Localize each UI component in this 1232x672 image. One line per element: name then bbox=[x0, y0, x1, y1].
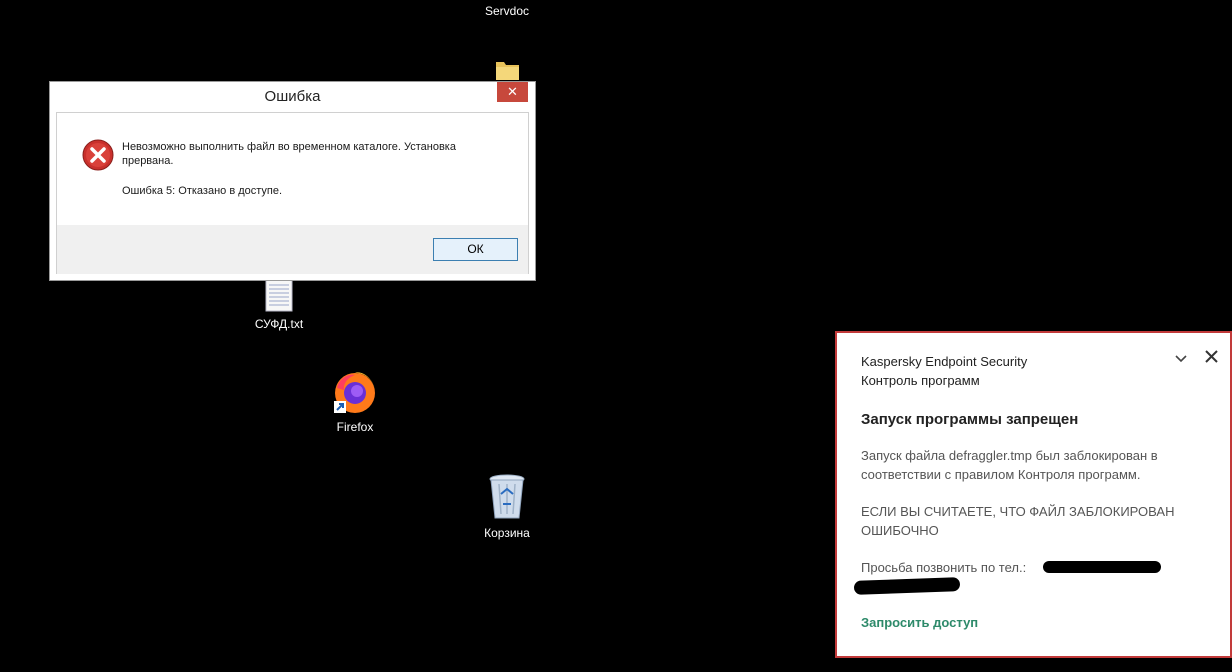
icon-label: Servdoc bbox=[484, 4, 530, 18]
dialog-footer: ОК bbox=[57, 225, 528, 274]
dialog-body: Невозможно выполнить файл во временном к… bbox=[57, 113, 528, 225]
dialog-message: Невозможно выполнить файл во временном к… bbox=[122, 141, 456, 167]
text-file-icon bbox=[263, 279, 295, 312]
recycle-bin-icon bbox=[487, 474, 527, 520]
close-icon[interactable] bbox=[1205, 350, 1218, 367]
notification-controls bbox=[1161, 350, 1218, 367]
ok-button[interactable]: ОК bbox=[433, 238, 518, 261]
chevron-down-icon[interactable] bbox=[1175, 350, 1187, 367]
dialog-error-code: Ошибка 5: Отказано в доступе. bbox=[122, 185, 283, 197]
icon-label: СУФД.txt bbox=[254, 317, 304, 331]
app-name: Kaspersky Endpoint Security bbox=[861, 354, 1028, 369]
request-access-link[interactable]: Запросить доступ bbox=[861, 615, 978, 630]
notification-source: Kaspersky Endpoint Security Контроль про… bbox=[861, 352, 1027, 390]
desktop-icon-firefox[interactable]: Firefox bbox=[320, 368, 390, 434]
desktop-icon-recycle-bin[interactable]: Корзина bbox=[472, 474, 542, 540]
kaspersky-notification: Kaspersky Endpoint Security Контроль про… bbox=[835, 331, 1232, 658]
desktop-icon-sufd-txt[interactable]: СУФД.txt bbox=[244, 279, 314, 331]
desktop-icon-servdoc[interactable]: Servdoc bbox=[472, 4, 542, 81]
error-dialog: Ошибка ✕ Невозможно выполнить файл во вр… bbox=[49, 81, 536, 281]
folder-icon bbox=[493, 59, 521, 81]
dialog-content: Невозможно выполнить файл во временном к… bbox=[56, 112, 529, 274]
redaction-mark bbox=[1043, 561, 1161, 573]
notification-heading: Запуск программы запрещен bbox=[861, 411, 1079, 428]
notification-text: Запуск файла defraggler.tmp был заблокир… bbox=[861, 448, 1158, 482]
icon-label: Корзина bbox=[484, 526, 530, 540]
dialog-title: Ошибка bbox=[264, 88, 321, 105]
redaction-mark bbox=[853, 577, 961, 595]
icon-label: Firefox bbox=[336, 420, 374, 434]
notification-warning: ЕСЛИ ВЫ СЧИТАЕТЕ, ЧТО ФАЙЛ ЗАБЛОКИРОВАН … bbox=[861, 504, 1175, 538]
dialog-close-button[interactable]: ✕ bbox=[497, 82, 528, 102]
component-name: Контроль программ bbox=[861, 373, 980, 388]
error-icon bbox=[82, 139, 114, 176]
desktop: Servdoc СУФД.txt Firefox Корзина Ошибка … bbox=[0, 0, 1232, 672]
firefox-icon bbox=[331, 368, 379, 416]
